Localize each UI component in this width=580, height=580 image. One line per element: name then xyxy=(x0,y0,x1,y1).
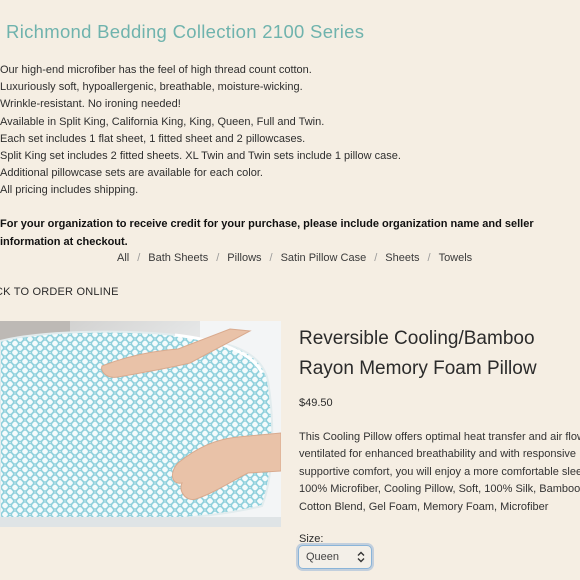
feature-item: Each set includes 1 flat sheet, 1 fitted… xyxy=(0,132,306,145)
order-online-link[interactable]: CK TO ORDER ONLINE xyxy=(0,286,119,298)
product-image[interactable] xyxy=(0,321,281,527)
product-name: Reversible Cooling/Bamboo Rayon Memory F… xyxy=(299,328,537,379)
feature-item: Our high-end microfiber has the feel of … xyxy=(0,64,312,76)
feature-item: Wrinkle-resistant. No ironing needed! xyxy=(0,98,181,111)
category-bath-sheets[interactable]: Bath Sheets xyxy=(148,252,208,264)
organization-credit-note: For your organization to receive credit … xyxy=(0,218,534,248)
category-sheets[interactable]: Sheets xyxy=(385,252,419,264)
category-separator: / xyxy=(374,252,378,264)
category-filter: All / Bath Sheets / Pillows / Satin Pill… xyxy=(117,252,472,264)
category-separator: / xyxy=(137,252,141,264)
category-separator: / xyxy=(427,252,431,264)
size-select[interactable]: Queen xyxy=(298,545,372,569)
category-towels[interactable]: Towels xyxy=(439,252,473,264)
size-selected-value: Queen xyxy=(306,551,340,563)
collection-title: e Richmond Bedding Collection 2100 Serie… xyxy=(0,21,365,42)
feature-item: Available in Split King, California King… xyxy=(0,115,325,128)
category-pillows[interactable]: Pillows xyxy=(227,252,261,264)
feature-item: Additional pillowcase sets are available… xyxy=(0,167,263,180)
feature-list: Our high-end microfiber has the feel of … xyxy=(0,62,401,200)
chevron-up-down-icon xyxy=(357,551,365,563)
product-description: This Cooling Pillow offers optimal heat … xyxy=(299,431,580,513)
category-all[interactable]: All xyxy=(117,252,129,264)
feature-item: Luxuriously soft, hypoallergenic, breath… xyxy=(0,81,303,94)
product-price: $49.50 xyxy=(299,397,333,409)
category-separator: / xyxy=(269,252,273,264)
pillow-photo-icon xyxy=(0,321,281,527)
category-separator: / xyxy=(216,252,220,264)
size-label: Size: xyxy=(299,533,324,545)
category-satin-pillow-case[interactable]: Satin Pillow Case xyxy=(281,252,367,264)
feature-item: Split King set includes 2 fitted sheets.… xyxy=(0,150,401,163)
feature-item: All pricing includes shipping. xyxy=(0,184,139,197)
